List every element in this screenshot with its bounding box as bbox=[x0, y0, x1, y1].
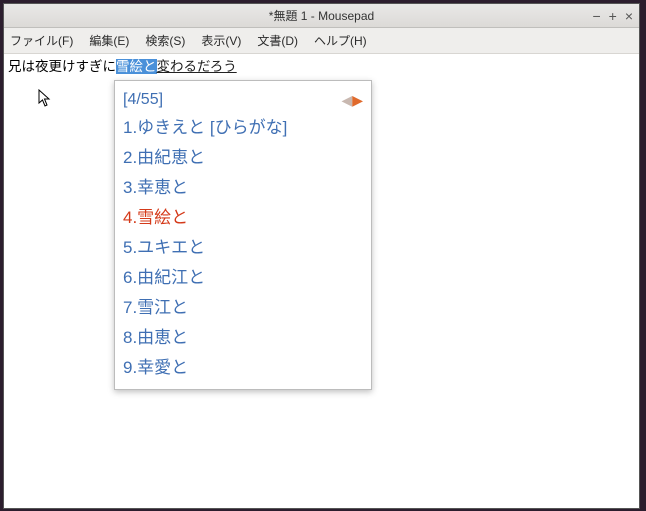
ime-candidate[interactable]: 8.由恵と bbox=[123, 323, 363, 353]
menubar: ファイル(F) 編集(E) 検索(S) 表示(V) 文書(D) ヘルプ(H) bbox=[4, 28, 639, 54]
ime-candidate[interactable]: 5.ユキエと bbox=[123, 233, 363, 263]
text-editor[interactable]: 兄は夜更けすぎに雪絵と変わるだろう [4/55] ◀▶ 1.ゆきえと [ひらがな… bbox=[4, 54, 639, 508]
ime-candidate[interactable]: 9.幸愛と bbox=[123, 353, 363, 383]
menu-edit[interactable]: 編集(E) bbox=[89, 32, 129, 49]
app-window: *無題 1 - Mousepad − + × ファイル(F) 編集(E) 検索(… bbox=[3, 3, 640, 509]
menu-search[interactable]: 検索(S) bbox=[145, 32, 185, 49]
ime-page-indicator: [4/55] bbox=[123, 91, 163, 109]
page-prev-icon[interactable]: ◀ bbox=[341, 93, 352, 107]
titlebar[interactable]: *無題 1 - Mousepad − + × bbox=[4, 4, 639, 28]
text-selected: 雪絵と bbox=[116, 59, 157, 74]
ime-candidate[interactable]: 2.由紀恵と bbox=[123, 143, 363, 173]
close-button[interactable]: × bbox=[625, 9, 633, 23]
ime-candidate-popup: [4/55] ◀▶ 1.ゆきえと [ひらがな]2.由紀恵と3.幸恵と4.雪絵と5… bbox=[114, 80, 372, 390]
menu-document[interactable]: 文書(D) bbox=[257, 32, 298, 49]
ime-candidate[interactable]: 1.ゆきえと [ひらがな] bbox=[123, 113, 363, 143]
window-title: *無題 1 - Mousepad bbox=[269, 7, 374, 24]
minimize-button[interactable]: − bbox=[592, 9, 600, 23]
text-content[interactable]: 兄は夜更けすぎに雪絵と変わるだろう bbox=[8, 58, 635, 76]
ime-candidate[interactable]: 3.幸恵と bbox=[123, 173, 363, 203]
ime-candidate[interactable]: 6.由紀江と bbox=[123, 263, 363, 293]
text-before: 兄は夜更けすぎに bbox=[8, 59, 116, 74]
ime-pager: ◀▶ bbox=[341, 93, 363, 107]
mouse-cursor-icon bbox=[38, 89, 54, 114]
menu-file[interactable]: ファイル(F) bbox=[10, 32, 73, 49]
page-next-icon[interactable]: ▶ bbox=[352, 93, 363, 107]
text-composing: 変わるだろう bbox=[157, 59, 237, 74]
ime-candidate-list: 1.ゆきえと [ひらがな]2.由紀恵と3.幸恵と4.雪絵と5.ユキエと6.由紀江… bbox=[123, 113, 363, 383]
ime-candidate[interactable]: 4.雪絵と bbox=[123, 203, 363, 233]
menu-help[interactable]: ヘルプ(H) bbox=[314, 32, 367, 49]
ime-candidate[interactable]: 7.雪江と bbox=[123, 293, 363, 323]
maximize-button[interactable]: + bbox=[609, 9, 617, 23]
menu-view[interactable]: 表示(V) bbox=[201, 32, 241, 49]
ime-header: [4/55] ◀▶ bbox=[123, 87, 363, 113]
window-controls: − + × bbox=[592, 4, 633, 27]
